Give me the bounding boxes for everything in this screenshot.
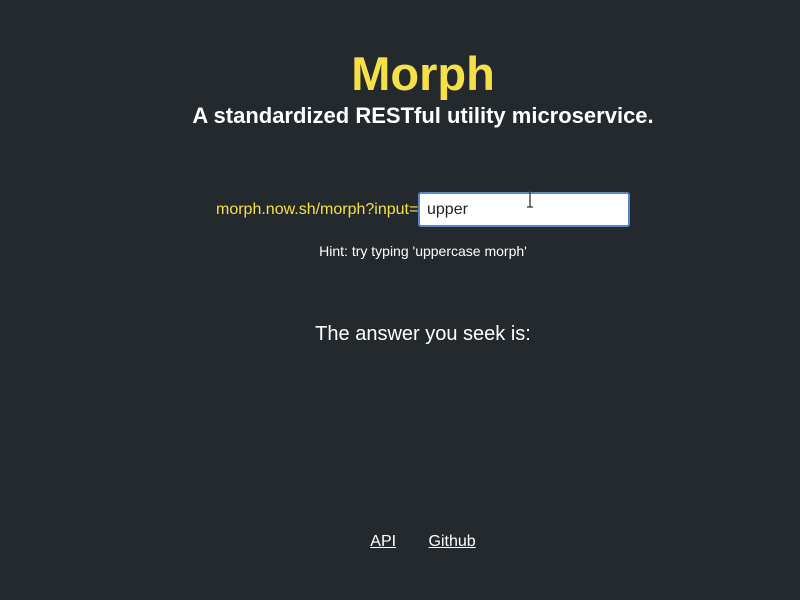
morph-input[interactable] — [418, 192, 630, 227]
page-title: Morph — [351, 47, 495, 100]
github-link[interactable]: Github — [429, 533, 476, 550]
footer-links: API Github — [0, 532, 800, 552]
api-link[interactable]: API — [370, 533, 396, 550]
page: Morph A standardized RESTful utility mic… — [0, 0, 800, 600]
answer-label: The answer you seek is: — [315, 323, 531, 345]
hint-text: Hint: try typing 'uppercase morph' — [319, 243, 527, 259]
page-subtitle: A standardized RESTful utility microserv… — [192, 103, 654, 128]
url-prefix-label: morph.now.sh/morph?input= — [216, 201, 419, 218]
